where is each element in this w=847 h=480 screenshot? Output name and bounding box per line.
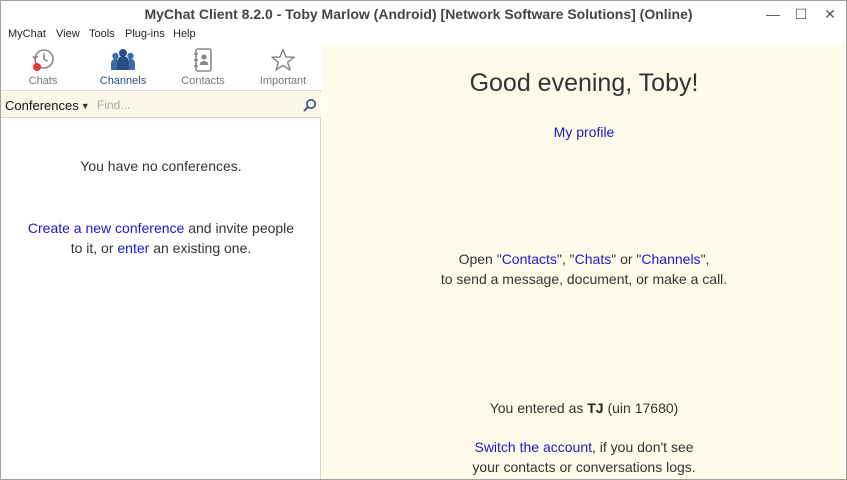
- tab-important[interactable]: Important: [243, 45, 323, 91]
- hint-text: ", ": [556, 251, 575, 267]
- tab-chats-label: Chats: [28, 75, 58, 87]
- star-icon: [271, 48, 295, 71]
- greeting-heading: Good evening, Toby!: [469, 69, 699, 97]
- contacts-book-icon: [194, 48, 212, 72]
- hint-text: ",: [700, 251, 710, 267]
- channels-people-icon: [111, 49, 135, 70]
- find-input[interactable]: [97, 96, 297, 114]
- menu-help[interactable]: Help: [173, 28, 196, 40]
- hint-text: You entered as: [489, 400, 588, 416]
- channels-link[interactable]: Channels: [641, 251, 700, 267]
- user-login: TJ: [587, 400, 604, 416]
- left-panel: Chats Channels Contacts Important Confer…: [1, 45, 321, 479]
- menu-bar: MyChat View Tools Plug-ins Help: [1, 26, 846, 44]
- menu-view[interactable]: View: [56, 28, 80, 40]
- chevron-down-icon: ▼: [80, 100, 90, 111]
- search-icon[interactable]: [303, 98, 317, 112]
- create-conference-hint: Create a new conference and invite peopl…: [1, 218, 321, 258]
- hint-text: and invite people: [184, 220, 295, 236]
- hint-text: " or ": [611, 251, 642, 267]
- conference-type-value: Conferences: [5, 98, 79, 113]
- tab-chats[interactable]: Chats: [3, 45, 83, 91]
- no-conferences-text: You have no conferences.: [80, 158, 242, 174]
- hint-text: to it, or: [70, 240, 118, 256]
- open-hint: Open "Contacts", "Chats" or "Channels", …: [322, 249, 846, 289]
- tab-important-label: Important: [259, 75, 307, 87]
- contacts-link[interactable]: Contacts: [502, 251, 557, 267]
- minimize-button[interactable]: —: [759, 3, 787, 25]
- entered-as-text: You entered as TJ (uin 17680): [322, 400, 846, 416]
- menu-mychat[interactable]: MyChat: [8, 28, 46, 40]
- hint-text: an existing one.: [149, 240, 252, 256]
- my-profile-link[interactable]: My profile: [554, 124, 615, 140]
- filter-bar: Conferences ▼: [1, 92, 321, 118]
- profile-row: My profile: [322, 124, 846, 140]
- hint-text: to send a message, document, or make a c…: [440, 271, 728, 287]
- menu-plugins[interactable]: Plug-ins: [125, 28, 165, 40]
- tab-channels[interactable]: Channels: [83, 45, 163, 91]
- chats-link[interactable]: Chats: [575, 251, 612, 267]
- welcome-panel: Good evening, Toby! My profile Open "Con…: [322, 45, 846, 479]
- create-conference-link[interactable]: Create a new conference: [28, 220, 184, 236]
- uin-text: (uin 17680): [603, 400, 679, 416]
- window-title: MyChat Client 8.2.0 - Toby Marlow (Andro…: [144, 6, 693, 22]
- menu-tools[interactable]: Tools: [89, 28, 115, 40]
- tab-channels-label: Channels: [99, 75, 147, 87]
- switch-account-link[interactable]: Switch the account: [474, 439, 592, 455]
- hint-text: your contacts or conversations logs.: [472, 459, 696, 475]
- nav-tabs: Chats Channels Contacts Important: [1, 45, 321, 91]
- hint-text: Open ": [458, 251, 502, 267]
- switch-account-hint: Switch the account, if you don't see you…: [322, 437, 846, 477]
- maximize-button[interactable]: ☐: [787, 3, 815, 25]
- tab-contacts[interactable]: Contacts: [163, 45, 243, 91]
- tab-contacts-label: Contacts: [181, 75, 225, 87]
- hint-text: , if you don't see: [592, 439, 694, 455]
- title-bar[interactable]: MyChat Client 8.2.0 - Toby Marlow (Andro…: [1, 1, 846, 27]
- app-window: MyChat Client 8.2.0 - Toby Marlow (Andro…: [0, 0, 847, 480]
- close-button[interactable]: ✕: [816, 3, 844, 25]
- chats-history-icon: [32, 49, 54, 71]
- enter-conference-link[interactable]: enter: [117, 240, 149, 256]
- conference-type-dropdown[interactable]: Conferences ▼: [5, 98, 90, 113]
